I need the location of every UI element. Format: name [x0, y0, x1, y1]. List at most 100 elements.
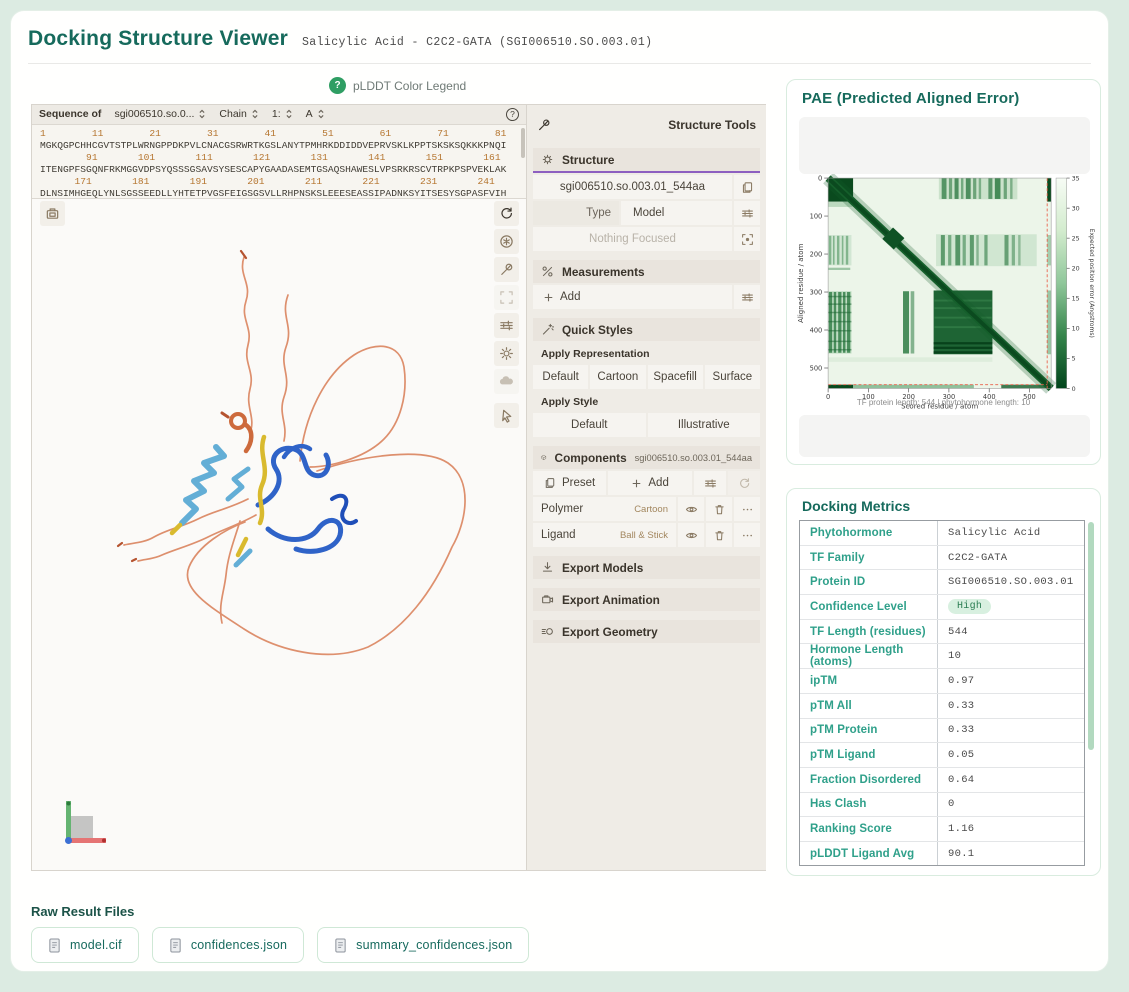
file-button-model-cif[interactable]: model.cif	[31, 927, 139, 963]
svg-text:25: 25	[1072, 236, 1080, 243]
metric-value: 10	[938, 644, 1084, 668]
screenshot-button[interactable]	[40, 201, 65, 226]
sequence-viewer[interactable]: 1 11 21 31 41 51 61 71 81 MGKQGPCHHCGVTS…	[32, 125, 526, 199]
table-row: pTM Ligand0.05	[800, 743, 1084, 768]
page-header: Docking Structure Viewer Salicylic Acid …	[28, 27, 652, 51]
metric-label: Has Clash	[800, 793, 938, 817]
metric-value: 1.16	[938, 817, 1084, 841]
fullscreen-button[interactable]	[494, 285, 519, 310]
svg-text:35: 35	[1072, 175, 1080, 182]
geometry-icon	[541, 625, 554, 638]
residue-select[interactable]: A	[306, 108, 325, 120]
svg-text:300: 300	[810, 288, 823, 296]
style-illustrative-button[interactable]: Illustrative	[648, 413, 761, 437]
table-row: TF Length (residues)544	[800, 620, 1084, 645]
pae-panel: PAE (Predicted Aligned Error)	[786, 79, 1101, 465]
metric-label: Confidence Level	[800, 595, 938, 619]
delete-component-button[interactable]	[706, 523, 732, 547]
reset-camera-button[interactable]	[494, 201, 519, 226]
table-row: pLDDT Ligand Avg90.1	[800, 842, 1084, 866]
preset-button[interactable]: Preset	[533, 471, 606, 495]
structure-section-header[interactable]: Structure	[533, 148, 760, 171]
metrics-scrollbar[interactable]	[1088, 522, 1094, 750]
metric-value: High	[938, 595, 1084, 619]
file-button-confidences-json[interactable]: confidences.json	[152, 927, 304, 963]
chain-select[interactable]: Chain	[219, 108, 258, 120]
updown-icon	[317, 109, 325, 119]
type-options-button[interactable]	[734, 201, 760, 225]
plddt-color-legend-button[interactable]: ? pLDDT Color Legend	[329, 77, 466, 94]
occlusion-button[interactable]	[494, 369, 519, 394]
visibility-toggle[interactable]	[678, 523, 704, 547]
sliders-icon	[704, 477, 717, 490]
component-row-ligand[interactable]: Ligand Ball & Stick	[533, 523, 676, 547]
representation-spacefill-button[interactable]: Spacefill	[648, 365, 703, 389]
structure-viewer: Sequence of sgi006510.so.0... Chain 1: A	[31, 104, 766, 871]
sequence-row[interactable]: DLNSIMHGEQLYNLSGSSEEDLLYHTETPVGSFEIGSGSV…	[40, 188, 526, 199]
svg-text:0: 0	[1072, 386, 1076, 393]
metric-value: 0	[938, 793, 1084, 817]
history-button[interactable]	[728, 471, 760, 495]
viewport-settings-button[interactable]	[494, 313, 519, 338]
lighting-button[interactable]	[494, 341, 519, 366]
eye-icon	[685, 529, 698, 542]
protein-structure-canvas[interactable]	[32, 199, 526, 870]
autofocus-button[interactable]	[494, 229, 519, 254]
plus-icon	[631, 478, 642, 489]
component-row-polymer[interactable]: Polymer Cartoon	[533, 497, 676, 521]
controls-toggle-button[interactable]	[494, 257, 519, 282]
component-more-button[interactable]	[734, 523, 760, 547]
export-models-section[interactable]: Export Models	[533, 556, 760, 579]
sliders-icon	[499, 318, 514, 333]
help-icon[interactable]: ?	[329, 77, 346, 94]
measurement-options-button[interactable]	[734, 285, 760, 309]
sun-icon	[499, 346, 514, 361]
structure-name[interactable]: sgi006510.so.003.01_544aa	[533, 175, 732, 199]
apply-style-label: Apply Style	[533, 392, 760, 411]
type-value[interactable]: Model	[621, 201, 732, 225]
add-measurement-button[interactable]: Add	[533, 285, 732, 309]
pae-title: PAE (Predicted Aligned Error)	[802, 90, 1020, 107]
style-default-button[interactable]: Default	[533, 413, 646, 437]
sequence-help-icon[interactable]: ?	[506, 108, 519, 121]
copy-structure-button[interactable]	[734, 175, 760, 199]
sequence-row[interactable]: MGKQGPCHHCGVTSTPLWRNGPPDKPVLCNACGSRWRTKG…	[40, 140, 526, 152]
visibility-toggle[interactable]	[678, 497, 704, 521]
sequence-scrollbar[interactable]	[521, 128, 525, 158]
legend-label: pLDDT Color Legend	[353, 79, 466, 93]
selection-mode-button[interactable]	[494, 403, 519, 428]
camera-icon	[45, 206, 60, 221]
quick-styles-section-header[interactable]: Quick Styles	[533, 318, 760, 341]
components-section-header[interactable]: Components sgi006510.so.003.01_544aa	[533, 446, 760, 469]
sequence-row[interactable]: ITENGPFSGQNFRKMGGVDPSYQSSSGSAVSYSESCAPYG…	[40, 164, 526, 176]
metric-value: 90.1	[938, 842, 1084, 866]
representation-surface-button[interactable]: Surface	[705, 365, 760, 389]
representation-default-button[interactable]: Default	[533, 365, 588, 389]
component-options-button[interactable]	[694, 471, 726, 495]
structure-tools-header[interactable]: Structure Tools	[533, 111, 760, 139]
axes-orientation-widget[interactable]	[60, 798, 108, 848]
eye-icon	[685, 503, 698, 516]
table-row: pTM All0.33	[800, 694, 1084, 719]
table-row: Has Clash0	[800, 793, 1084, 818]
representation-cartoon-button[interactable]: Cartoon	[590, 365, 645, 389]
delete-component-button[interactable]	[706, 497, 732, 521]
component-more-button[interactable]	[734, 497, 760, 521]
add-component-button[interactable]: Add	[608, 471, 692, 495]
copy-icon	[741, 181, 754, 194]
3d-viewport[interactable]	[32, 199, 526, 870]
file-button-summary-confidences-json[interactable]: summary_confidences.json	[317, 927, 529, 963]
confidence-badge: High	[948, 599, 991, 614]
export-geometry-section[interactable]: Export Geometry	[533, 620, 760, 643]
export-animation-section[interactable]: Export Animation	[533, 588, 760, 611]
measurements-section-header[interactable]: Measurements	[533, 260, 760, 283]
gear-icon	[541, 153, 554, 166]
structure-select[interactable]: sgi006510.so.0...	[114, 108, 206, 120]
focus-button[interactable]	[734, 227, 760, 251]
svg-text:500: 500	[810, 364, 823, 372]
download-icon	[541, 561, 554, 574]
wrench-icon	[537, 118, 551, 132]
svg-text:100: 100	[810, 212, 823, 220]
metric-label: TF Length (residues)	[800, 620, 938, 644]
range-select[interactable]: 1:	[272, 108, 293, 120]
